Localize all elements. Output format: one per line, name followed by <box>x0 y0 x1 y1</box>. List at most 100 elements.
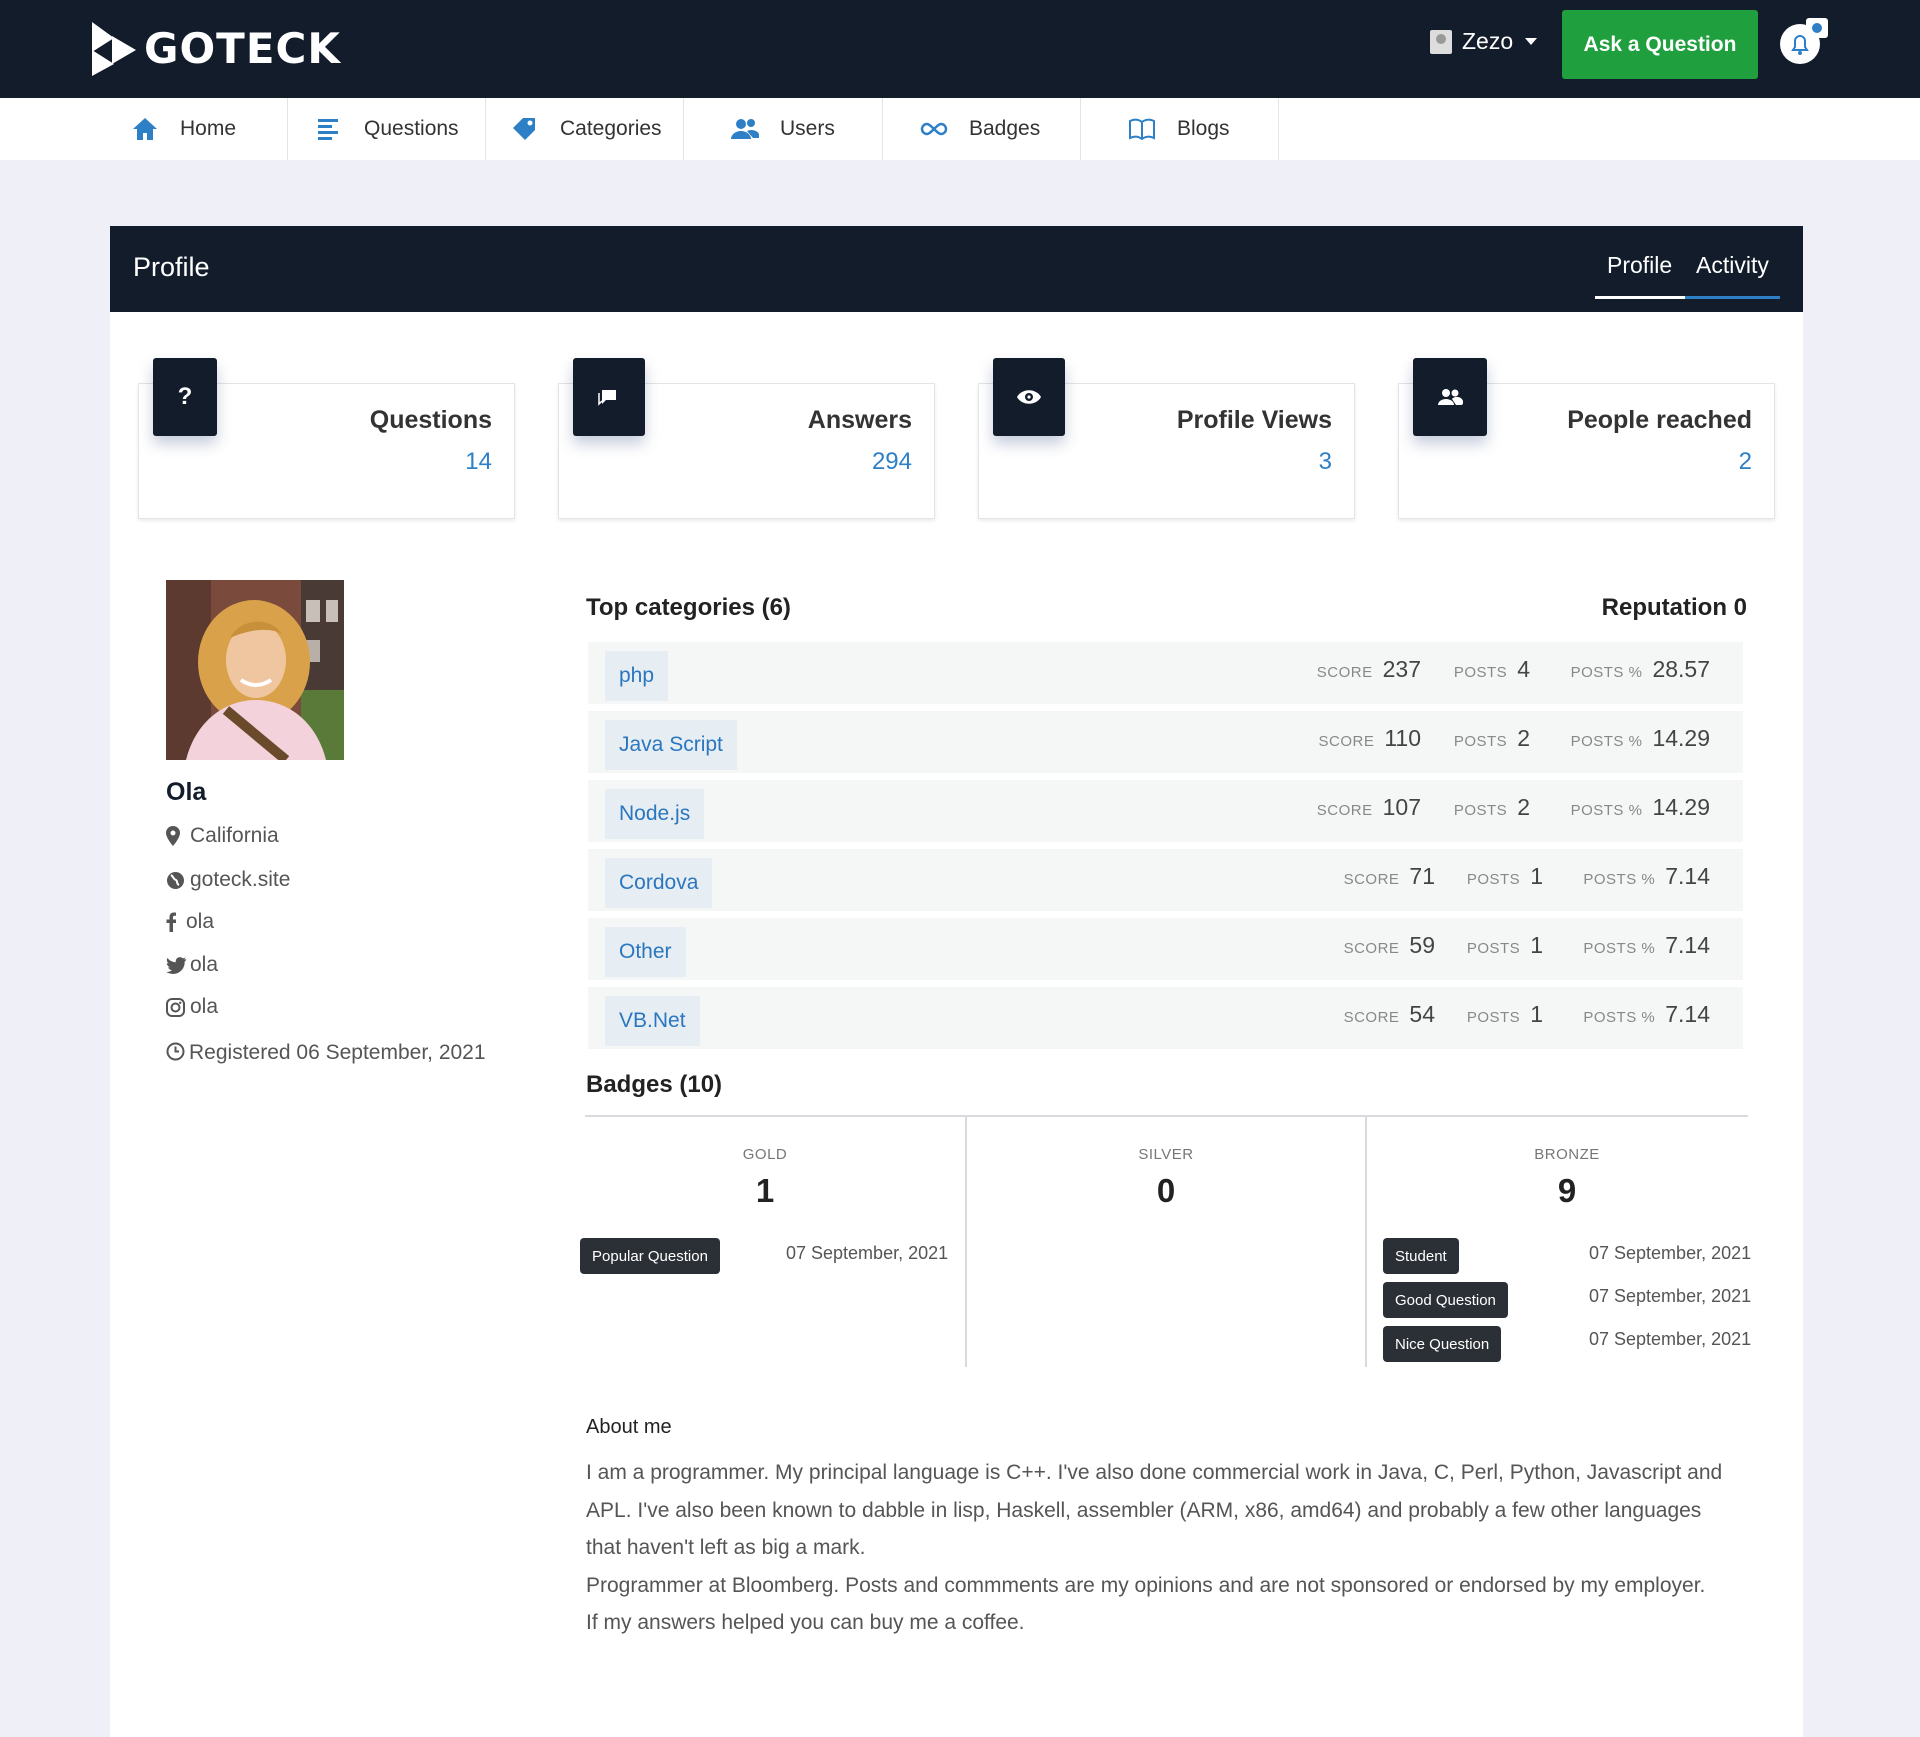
category-posts-pct: POSTS % 7.14 <box>1583 863 1710 890</box>
twitter-handle[interactable]: ola <box>190 953 218 977</box>
stat-value: 3 <box>1318 448 1332 475</box>
stat-card-people-reached[interactable]: People reached 2 <box>1398 358 1775 519</box>
posts-pct-label: POSTS % <box>1570 664 1643 681</box>
profile-panel: Profile Profile Activity ? Questions 14 … <box>110 226 1803 1737</box>
category-row: Java Script SCORE 110 POSTS 2 POSTS % 14.29 <box>588 711 1743 773</box>
category-score: SCORE 71 <box>1344 863 1435 890</box>
posts-pct-value: 7.14 <box>1665 1001 1710 1027</box>
score-label: SCORE <box>1343 871 1400 888</box>
badge-pill[interactable]: Student <box>1383 1238 1459 1274</box>
user-facebook[interactable]: ola <box>166 910 214 934</box>
score-label: SCORE <box>1318 733 1375 750</box>
category-posts-pct: POSTS % 14.29 <box>1571 725 1710 752</box>
user-instagram[interactable]: ola <box>166 995 218 1019</box>
posts-label: POSTS <box>1453 733 1508 750</box>
category-tag[interactable]: Other <box>605 927 686 977</box>
user-twitter[interactable]: ola <box>166 953 218 977</box>
stat-label: Questions <box>369 406 492 434</box>
user-website[interactable]: goteck.site <box>166 868 290 892</box>
category-tag[interactable]: VB.Net <box>605 996 700 1046</box>
page-title: Profile <box>133 252 210 282</box>
category-row: Cordova SCORE 71 POSTS 1 POSTS % 7.14 <box>588 849 1743 911</box>
notifications-button[interactable] <box>1776 18 1832 66</box>
badge-date: 07 September, 2021 <box>1589 1329 1752 1349</box>
badge-date: 07 September, 2021 <box>786 1243 949 1263</box>
posts-label: POSTS <box>1453 664 1508 681</box>
people-icon <box>1413 358 1487 436</box>
stat-card-profile-views[interactable]: Profile Views 3 <box>978 358 1355 519</box>
facebook-handle[interactable]: ola <box>186 910 214 934</box>
score-value: 54 <box>1409 1001 1435 1027</box>
registered-text: Registered 06 September, 2021 <box>189 1041 486 1064</box>
category-posts-pct: POSTS % 7.14 <box>1583 1001 1710 1028</box>
score-label: SCORE <box>1316 664 1373 681</box>
posts-value: 1 <box>1530 1001 1543 1027</box>
posts-value: 2 <box>1517 794 1530 820</box>
category-posts: POSTS 2 <box>1454 725 1530 752</box>
category-tag[interactable]: Node.js <box>605 789 705 839</box>
facebook-icon <box>166 912 184 932</box>
users-icon <box>730 116 760 142</box>
nav-label: Categories <box>560 117 662 140</box>
user-registered: Registered 06 September, 2021 <box>166 1038 496 1068</box>
category-tag[interactable]: Java Script <box>605 720 737 770</box>
badge-silver-label: SILVER <box>1138 1146 1194 1163</box>
nav-item-users[interactable]: Users <box>684 98 883 160</box>
category-posts: POSTS 1 <box>1467 1001 1543 1028</box>
posts-pct-label: POSTS % <box>1583 940 1656 957</box>
category-tag[interactable]: php <box>605 651 669 701</box>
nav-label: Badges <box>969 117 1041 140</box>
reputation: Reputation 0 <box>1601 594 1747 621</box>
posts-label: POSTS <box>1466 1009 1521 1026</box>
categories-title: Top categories (6) <box>586 594 791 621</box>
instagram-handle[interactable]: ola <box>190 995 218 1019</box>
instagram-icon <box>166 997 188 1017</box>
nav-label: Questions <box>364 117 459 140</box>
user-location: California <box>166 824 279 848</box>
posts-pct-value: 28.57 <box>1652 656 1710 682</box>
about-paragraph: I am a programmer. My principal language… <box>586 1461 1723 1559</box>
stat-card-questions[interactable]: ? Questions 14 <box>138 358 515 519</box>
category-score: SCORE 107 <box>1317 794 1421 821</box>
nav-item-blogs[interactable]: Blogs <box>1081 98 1279 160</box>
user-menu[interactable]: Zezo <box>1430 28 1538 55</box>
category-posts: POSTS 1 <box>1467 932 1543 959</box>
ask-question-button[interactable]: Ask a Question <box>1562 10 1758 79</box>
category-tag[interactable]: Cordova <box>605 858 713 908</box>
category-posts: POSTS 2 <box>1454 794 1530 821</box>
tab-profile[interactable]: Profile <box>1607 252 1672 279</box>
category-posts: POSTS 1 <box>1467 863 1543 890</box>
score-label: SCORE <box>1343 1009 1400 1026</box>
about-title: About me <box>586 1416 672 1438</box>
profile-header: Profile Profile Activity <box>110 226 1803 312</box>
stat-value: 14 <box>465 448 492 475</box>
stat-value: 2 <box>1738 448 1752 475</box>
posts-value: 1 <box>1530 932 1543 958</box>
nav-item-badges[interactable]: Badges <box>883 98 1081 160</box>
badge-gold-count: 1 <box>755 1172 775 1209</box>
about-paragraph: If my answers helped you can buy me a co… <box>586 1611 1025 1634</box>
posts-pct-label: POSTS % <box>1583 1009 1656 1026</box>
website-link[interactable]: goteck.site <box>190 868 290 892</box>
nav-label: Users <box>780 117 835 140</box>
posts-label: POSTS <box>1453 802 1508 819</box>
posts-value: 1 <box>1530 863 1543 889</box>
nav-item-questions[interactable]: Questions <box>288 98 486 160</box>
badge-gold-label: GOLD <box>742 1146 788 1163</box>
badge-pill[interactable]: Nice Question <box>1383 1326 1502 1362</box>
stat-value: 294 <box>871 448 912 475</box>
badge-pill[interactable]: Good Question <box>1383 1282 1508 1318</box>
badge-bronze-label: BRONZE <box>1534 1146 1600 1163</box>
stat-card-answers[interactable]: Answers 294 <box>558 358 935 519</box>
home-icon <box>130 116 160 142</box>
user-avatar-icon <box>1430 29 1452 54</box>
avatar <box>166 580 344 760</box>
nav-item-categories[interactable]: Categories <box>486 98 684 160</box>
user-name: Ola <box>166 778 207 806</box>
tab-activity[interactable]: Activity <box>1696 252 1769 279</box>
nav-item-home[interactable]: Home <box>130 98 288 160</box>
question-icon: ? <box>153 358 217 436</box>
badge-pill[interactable]: Popular Question <box>580 1238 720 1274</box>
brand-logo[interactable]: GOTECK <box>90 20 341 76</box>
brand-name: GOTECK <box>144 23 341 73</box>
